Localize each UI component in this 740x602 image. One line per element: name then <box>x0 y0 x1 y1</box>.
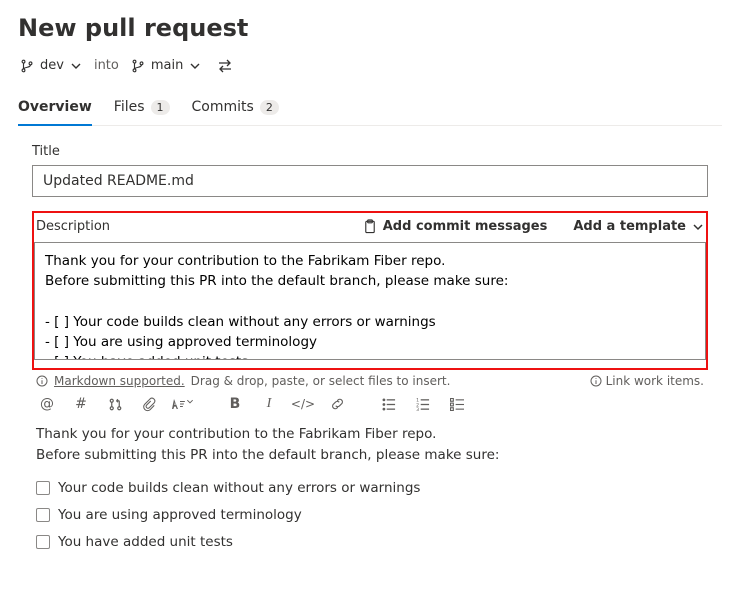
preview-line-1: Thank you for your contribution to the F… <box>36 426 436 442</box>
link-button[interactable] <box>326 397 348 411</box>
add-template-label: Add a template <box>573 219 686 234</box>
chevron-down-icon <box>70 60 82 72</box>
paperclip-icon <box>142 397 156 412</box>
code-icon: </> <box>291 397 315 411</box>
pull-request-icon <box>108 397 123 412</box>
title-input[interactable] <box>32 165 708 197</box>
task-list-button[interactable] <box>446 398 468 411</box>
tab-commits-label: Commits <box>192 99 254 115</box>
mention-icon: @ <box>40 396 54 412</box>
bold-button[interactable]: B <box>224 396 246 412</box>
bold-icon: B <box>230 396 241 412</box>
tab-overview-label: Overview <box>18 99 92 115</box>
markdown-supported-link[interactable]: Markdown supported. <box>54 374 185 388</box>
clipboard-icon <box>363 219 377 234</box>
preview-line-2: Before submitting this PR into the defau… <box>36 447 499 463</box>
checklist-item-label: Your code builds clean without any error… <box>58 478 420 499</box>
markdown-helper-text: Drag & drop, paste, or select files to i… <box>191 374 451 388</box>
commits-count-badge: 2 <box>260 100 279 115</box>
italic-icon: I <box>267 396 272 412</box>
description-textarea[interactable] <box>34 242 706 360</box>
info-icon <box>36 375 48 387</box>
checkbox[interactable] <box>36 535 50 549</box>
numbered-list-button[interactable]: 123 <box>412 398 434 411</box>
swap-branches-button[interactable] <box>213 57 237 75</box>
bullet-list-icon <box>382 398 397 411</box>
svg-text:3: 3 <box>416 407 419 411</box>
branch-icon <box>131 59 145 73</box>
tab-bar: Overview Files 1 Commits 2 <box>18 93 722 126</box>
description-preview: Thank you for your contribution to the F… <box>32 422 708 553</box>
target-branch-name: main <box>151 58 183 73</box>
link-work-items-text: Link work items. <box>606 374 704 388</box>
add-template-dropdown[interactable]: Add a template <box>573 219 704 234</box>
checklist-item-label: You are using approved terminology <box>58 505 302 526</box>
markdown-toolbar: @ # B <box>32 388 708 422</box>
checklist-item-label: You have added unit tests <box>58 532 233 553</box>
swap-icon <box>217 59 233 73</box>
add-commit-messages-button[interactable]: Add commit messages <box>363 219 548 234</box>
target-branch-dropdown[interactable]: main <box>129 56 203 75</box>
pr-link-button[interactable] <box>104 397 126 412</box>
tab-files[interactable]: Files 1 <box>114 93 170 125</box>
link-icon <box>330 397 345 411</box>
heading-button[interactable] <box>172 397 194 411</box>
numbered-list-icon: 123 <box>416 398 431 411</box>
branch-selector-row: dev into main <box>18 56 722 75</box>
checklist-item: You are using approved terminology <box>36 505 704 526</box>
chevron-down-icon <box>692 221 704 233</box>
checkbox[interactable] <box>36 508 50 522</box>
description-highlight: Description Add commit messages Add a te… <box>32 211 708 370</box>
link-work-items-helper: Link work items. <box>590 374 704 388</box>
bullet-list-button[interactable] <box>378 398 400 411</box>
task-list-icon <box>450 398 465 411</box>
add-commit-messages-label: Add commit messages <box>383 219 548 234</box>
source-branch-name: dev <box>40 58 64 73</box>
source-branch-dropdown[interactable]: dev <box>18 56 84 75</box>
description-label: Description <box>36 219 110 234</box>
italic-button[interactable]: I <box>258 396 280 412</box>
checklist-item: You have added unit tests <box>36 532 704 553</box>
mention-button[interactable]: @ <box>36 396 58 412</box>
into-label: into <box>94 58 119 73</box>
tab-files-label: Files <box>114 99 145 115</box>
markdown-helper: Markdown supported. Drag & drop, paste, … <box>36 374 450 388</box>
chevron-down-icon <box>189 60 201 72</box>
code-button[interactable]: </> <box>292 397 314 411</box>
branch-icon <box>20 59 34 73</box>
checklist-item: Your code builds clean without any error… <box>36 478 704 499</box>
attach-button[interactable] <box>138 397 160 412</box>
title-label: Title <box>32 144 708 159</box>
tab-overview[interactable]: Overview <box>18 93 92 125</box>
tab-commits[interactable]: Commits 2 <box>192 93 279 125</box>
checkbox[interactable] <box>36 481 50 495</box>
hash-button[interactable]: # <box>70 396 92 412</box>
hash-icon: # <box>75 396 87 412</box>
page-title: New pull request <box>18 14 722 42</box>
files-count-badge: 1 <box>151 100 170 115</box>
info-icon <box>590 375 602 387</box>
